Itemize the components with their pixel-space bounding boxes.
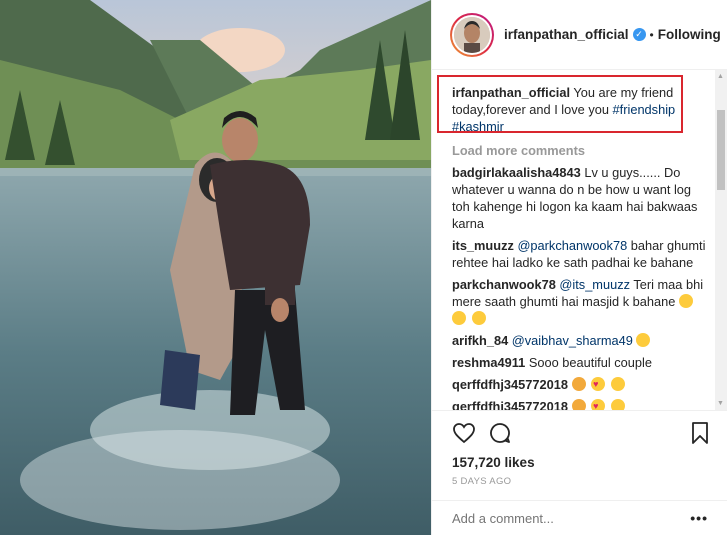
header-separator: • xyxy=(649,27,654,42)
instagram-post: irfanpathan_official ✓ • Following irfan… xyxy=(0,0,727,535)
likes-count[interactable]: 157,720 likes xyxy=(452,455,708,470)
comment-username[interactable]: its_muuzz xyxy=(452,238,514,253)
comments-scrollbar[interactable]: ▲ ▼ xyxy=(715,70,727,410)
comment-bubble-icon[interactable] xyxy=(488,421,512,445)
cat-heart-eyes-emoji-icon xyxy=(571,377,586,391)
add-comment-bar: ••• xyxy=(432,500,727,535)
verified-badge-icon: ✓ xyxy=(632,28,646,41)
comment-username[interactable]: qerffdfhj345772018 xyxy=(452,377,568,392)
comment-item: qerffdfhj345772018 xyxy=(452,376,708,393)
laughing-emoji-icon xyxy=(636,333,651,347)
comment-item: qerffdfhj345772018 xyxy=(452,398,708,410)
post-photo[interactable] xyxy=(0,0,431,535)
hashtag-kashmir[interactable]: #kashmir xyxy=(452,119,504,134)
comment-item: its_muuzz @parkchanwook78 bahar ghumti r… xyxy=(452,237,708,271)
comment-item: arifkh_84 @vaibhav_sharma49 xyxy=(452,332,708,349)
post-timestamp[interactable]: 5 DAYS AGO xyxy=(452,476,708,487)
comment-item: parkchanwook78 @its_muuzz Teri maa bhi m… xyxy=(452,276,708,327)
comment-text: Sooo beautiful couple xyxy=(528,355,652,370)
avatar[interactable] xyxy=(450,12,494,57)
avatar-photo xyxy=(454,16,490,53)
scroll-down-arrow-icon[interactable]: ▼ xyxy=(717,400,724,407)
comment-mention[interactable]: @parkchanwook78 xyxy=(517,238,627,253)
header-username[interactable]: irfanpathan_official xyxy=(504,27,629,42)
scroll-up-arrow-icon[interactable]: ▲ xyxy=(717,73,724,80)
load-more-comments-button[interactable]: Load more comments xyxy=(452,142,708,159)
hashtag-friendship[interactable]: #friendship xyxy=(613,102,676,117)
laughing-emoji-icon xyxy=(452,311,466,325)
caption-username[interactable]: irfanpathan_official xyxy=(452,85,570,100)
smile-emoji-icon xyxy=(610,399,625,410)
photo-illustration xyxy=(0,0,431,535)
post-actions: 157,720 likes 5 DAYS AGO xyxy=(432,410,727,500)
comment-item: badgirlakaalisha4843 Lv u guys...... Do … xyxy=(452,164,708,232)
comment-mention[interactable]: @its_muuzz xyxy=(559,277,630,292)
following-button[interactable]: Following xyxy=(658,27,721,42)
smile-emoji-icon xyxy=(610,377,625,391)
comments-list: irfanpathan_official You are my friend t… xyxy=(432,70,727,410)
laughing-emoji-icon xyxy=(471,311,486,325)
comment-username[interactable]: parkchanwook78 xyxy=(452,277,556,292)
add-comment-input[interactable] xyxy=(452,510,672,526)
post-caption: irfanpathan_official You are my friend t… xyxy=(452,84,708,135)
like-heart-icon[interactable] xyxy=(452,421,476,445)
comment-username[interactable]: arifkh_84 xyxy=(452,333,508,348)
cat-heart-eyes-emoji-icon xyxy=(571,399,586,410)
post-sidebar: irfanpathan_official ✓ • Following irfan… xyxy=(431,0,727,535)
heart-eyes-emoji-icon xyxy=(591,376,606,393)
comment-username[interactable]: qerffdfhj345772018 xyxy=(452,399,568,410)
post-header: irfanpathan_official ✓ • Following xyxy=(432,0,727,70)
laughing-emoji-icon xyxy=(678,294,693,308)
comment-username[interactable]: badgirlakaalisha4843 xyxy=(452,165,581,180)
comment-username[interactable]: reshma4911 xyxy=(452,355,525,370)
heart-eyes-emoji-icon xyxy=(591,398,606,410)
comment-mention[interactable]: @vaibhav_sharma49 xyxy=(512,333,633,348)
comment-item: reshma4911 Sooo beautiful couple xyxy=(452,354,708,371)
scrollbar-thumb[interactable] xyxy=(717,110,725,190)
more-options-icon[interactable]: ••• xyxy=(690,510,708,526)
bookmark-save-icon[interactable] xyxy=(688,421,712,445)
